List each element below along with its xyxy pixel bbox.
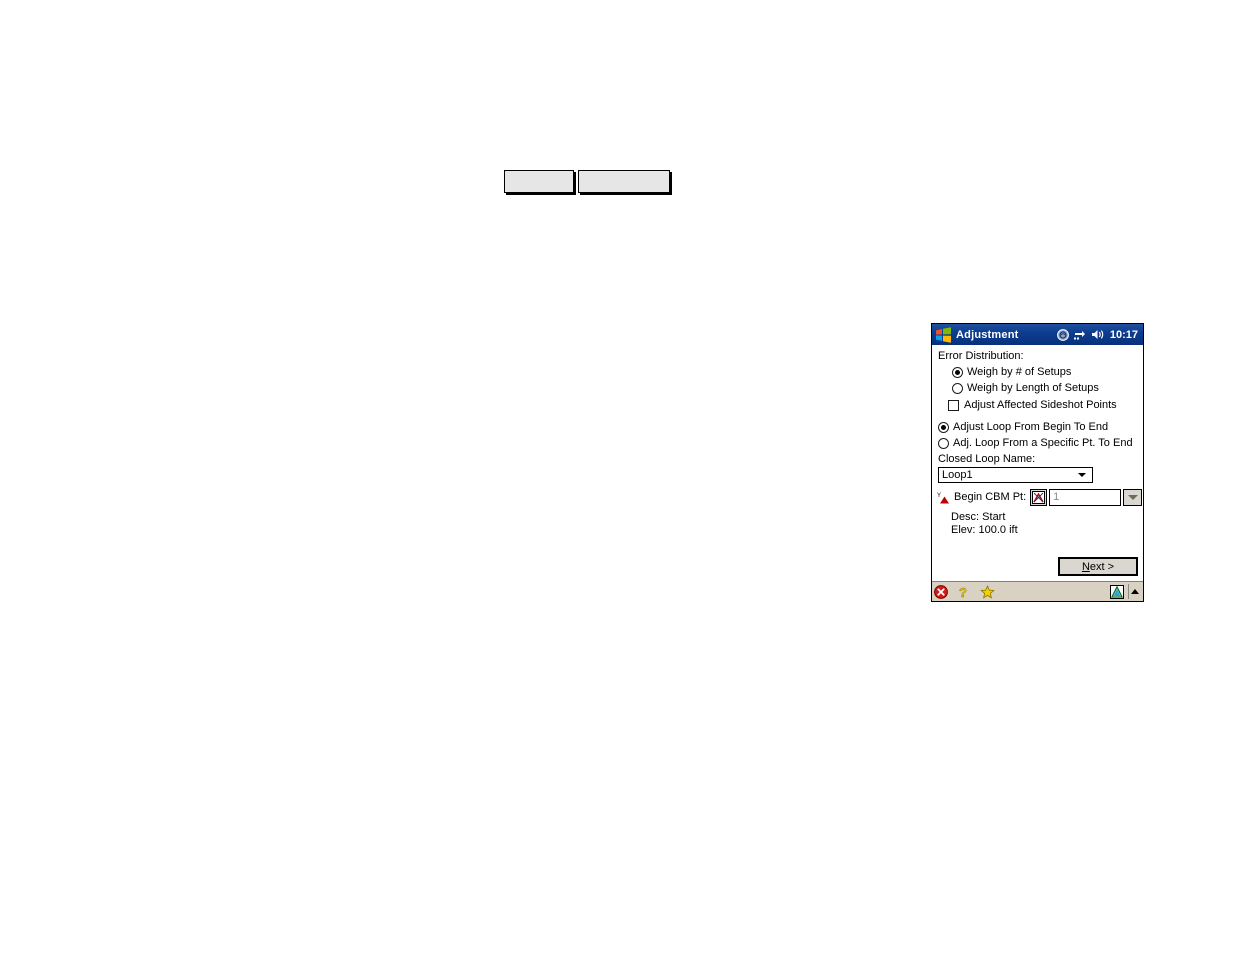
closed-loop-name-label: Closed Loop Name:	[938, 453, 1036, 465]
begin-cbm-point-label: Begin CBM Pt:	[954, 491, 1027, 503]
begin-cbm-point-input[interactable]: 1	[1049, 489, 1122, 506]
clock: 10:17	[1109, 328, 1138, 341]
volume-icon[interactable]	[1091, 329, 1105, 340]
option-adjust-loop-begin-to-end[interactable]: Adjust Loop From Begin To End	[938, 421, 1138, 434]
window-client-area: Error Distribution: Weigh by # of Setups…	[932, 345, 1143, 581]
begin-cbm-point-dropdown[interactable]	[1123, 489, 1143, 506]
window-title: Adjustment	[956, 328, 1019, 341]
option-adjust-loop-specific-pt[interactable]: Adj. Loop From a Specific Pt. To End	[938, 437, 1138, 450]
option-adjust-sideshot-points-label: Adjust Affected Sideshot Points	[964, 399, 1117, 411]
svg-text:?: ?	[959, 585, 967, 599]
title-bar: Adjustment 10:17	[932, 324, 1143, 345]
page-canvas: Adjustment 10:17 Error Distribution: Wei…	[0, 0, 1235, 954]
option-weigh-by-length-label: Weigh by Length of Setups	[967, 382, 1099, 394]
option-weigh-by-length[interactable]: Weigh by Length of Setups	[952, 382, 1138, 395]
option-weigh-by-setups[interactable]: Weigh by # of Setups	[952, 366, 1138, 379]
network-transfer-icon[interactable]	[1073, 329, 1086, 340]
benchmark-point-icon: Y	[937, 493, 949, 503]
windows-logo-icon[interactable]	[934, 326, 952, 343]
closed-loop-name-value: Loop1	[942, 469, 973, 481]
point-elev: Elev: 100.0 ift	[951, 524, 1018, 536]
closed-loop-name-combobox[interactable]: Loop1	[938, 467, 1093, 483]
radio-weigh-by-setups[interactable]	[952, 367, 963, 378]
checkbox-adjust-sideshot-points[interactable]	[948, 400, 959, 411]
svg-text:Y: Y	[937, 493, 941, 499]
radio-weigh-by-length[interactable]	[952, 383, 963, 394]
begin-cbm-point-row: Y Begin CBM Pt: 1	[937, 489, 1143, 506]
adjustment-window: Adjustment 10:17 Error Distribution: Wei…	[931, 323, 1144, 602]
favorites-star-icon[interactable]	[980, 584, 995, 599]
bottom-toolbar: ?	[932, 581, 1143, 601]
option-weigh-by-setups-label: Weigh by # of Setups	[967, 366, 1072, 378]
scroll-up-icon[interactable]	[1131, 589, 1139, 594]
option-adjust-loop-specific-pt-label: Adj. Loop From a Specific Pt. To End	[953, 437, 1133, 449]
map-pick-point-icon[interactable]	[1030, 489, 1048, 506]
chevron-down-icon	[1127, 495, 1138, 500]
error-distribution-label: Error Distribution:	[938, 350, 1024, 362]
point-details: Desc: Start Elev: 100.0 ift	[951, 511, 1138, 537]
help-icon[interactable]: ?	[958, 585, 970, 599]
close-icon[interactable]	[934, 584, 948, 599]
radio-adjust-loop-specific-pt[interactable]	[938, 438, 949, 449]
radio-adjust-loop-begin-to-end[interactable]	[938, 422, 949, 433]
toolbar-divider	[1128, 584, 1129, 599]
next-button-accel: N	[1081, 560, 1090, 573]
point-desc: Desc: Start	[951, 511, 1006, 523]
option-adjust-sideshot-points[interactable]: Adjust Affected Sideshot Points	[948, 399, 1138, 412]
connectivity-icon[interactable]	[1056, 328, 1069, 341]
blank-button-left[interactable]	[504, 170, 574, 193]
next-button-label: ext >	[1089, 560, 1115, 573]
option-adjust-loop-begin-to-end-label: Adjust Loop From Begin To End	[953, 421, 1109, 433]
blank-button-right[interactable]	[578, 170, 670, 193]
chevron-down-icon[interactable]	[1078, 473, 1086, 477]
next-button[interactable]: Next >	[1058, 557, 1138, 576]
survey-app-icon[interactable]	[1110, 584, 1124, 599]
